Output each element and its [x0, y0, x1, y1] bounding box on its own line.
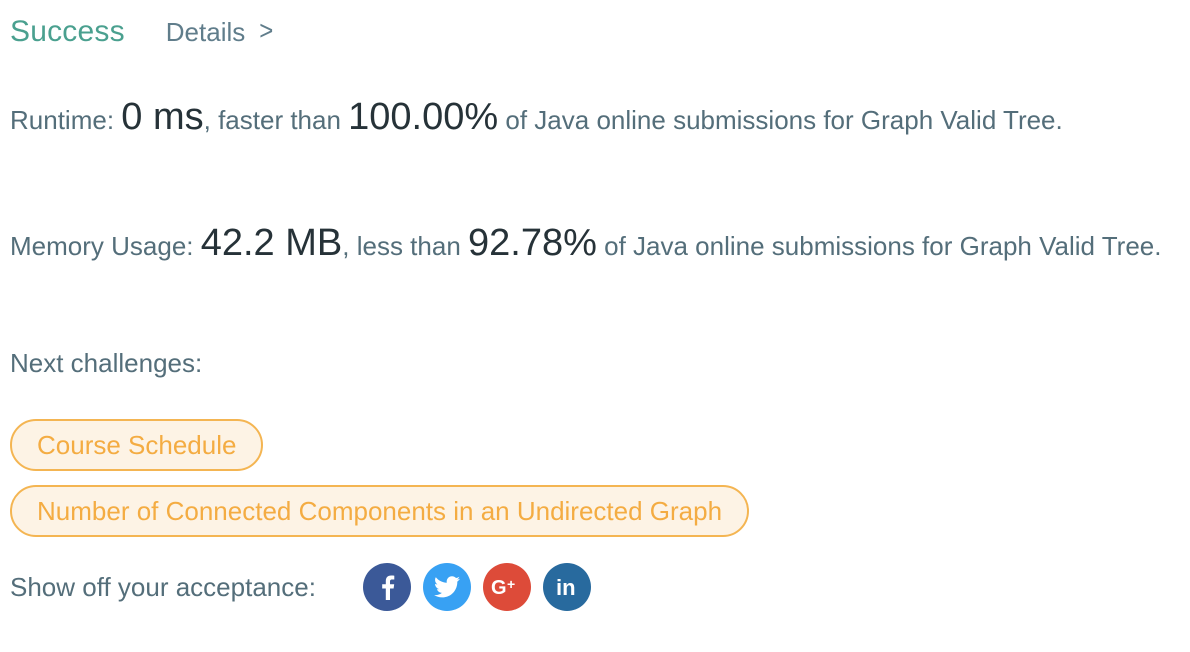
- runtime-stat: Runtime: 0 ms, faster than 100.00% of Ja…: [10, 96, 1170, 141]
- share-row: Show off your acceptance: G + in: [10, 562, 603, 612]
- memory-percent: 92.78%: [468, 222, 597, 264]
- runtime-tail: of Java online submissions for Graph Val…: [498, 105, 1063, 135]
- runtime-value: 0 ms: [121, 96, 204, 138]
- share-label: Show off your acceptance:: [10, 571, 316, 602]
- result-header: Success Details >: [10, 12, 273, 52]
- challenge-link-connected-components[interactable]: Number of Connected Components in an Und…: [10, 485, 750, 537]
- linkedin-icon[interactable]: in: [542, 563, 591, 611]
- memory-label: Memory Usage:: [10, 231, 201, 261]
- memory-value: 42.2 MB: [200, 222, 343, 264]
- details-link[interactable]: Details >: [166, 17, 274, 48]
- next-challenges-label: Next challenges:: [10, 348, 203, 378]
- svg-text:G: G: [491, 577, 507, 598]
- runtime-percent: 100.00%: [348, 96, 499, 138]
- memory-mid: , less than: [342, 231, 468, 261]
- memory-stat: Memory Usage: 42.2 MB, less than 92.78% …: [10, 222, 1170, 267]
- google-plus-icon[interactable]: G +: [482, 563, 531, 611]
- status-text: Success: [10, 15, 125, 48]
- memory-tail: of Java online submissions for Graph Val…: [596, 231, 1162, 261]
- details-label: Details: [165, 16, 246, 47]
- facebook-icon[interactable]: [362, 563, 411, 611]
- chevron-right-icon: >: [259, 16, 274, 47]
- twitter-icon[interactable]: [422, 563, 471, 611]
- svg-text:in: in: [556, 575, 576, 599]
- svg-text:+: +: [507, 576, 515, 592]
- runtime-label: Runtime:: [10, 105, 122, 135]
- challenge-link-course-schedule[interactable]: Course Schedule: [10, 419, 264, 471]
- runtime-mid: , faster than: [203, 105, 349, 135]
